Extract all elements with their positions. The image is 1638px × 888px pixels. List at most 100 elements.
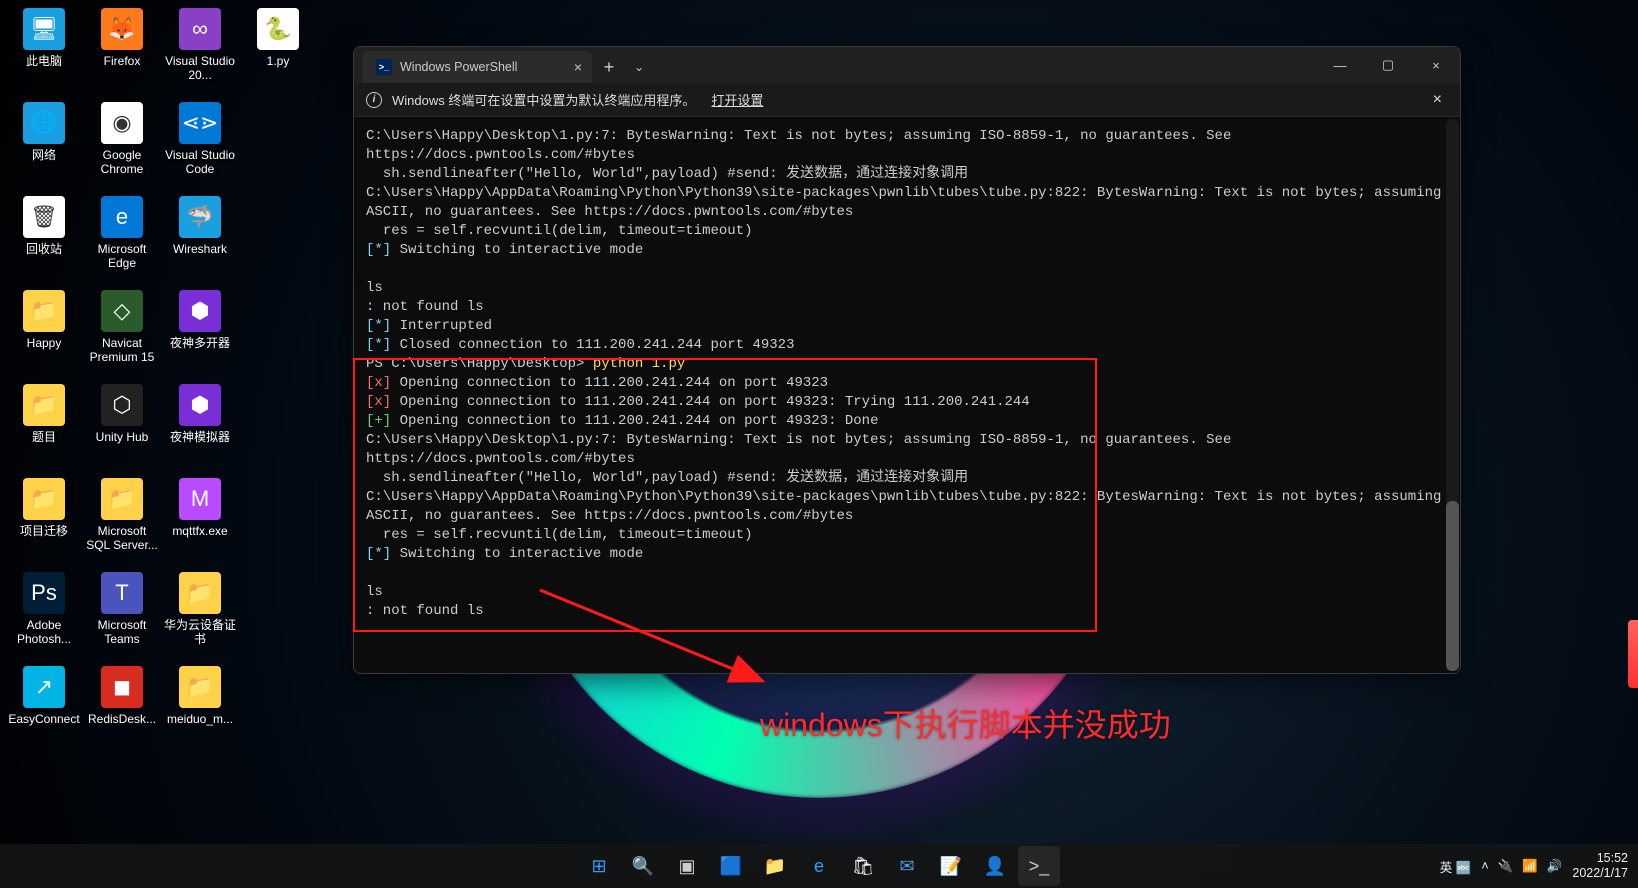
task-view-button[interactable]: ▣ — [666, 846, 708, 886]
clock-date: 2022/1/17 — [1572, 866, 1628, 880]
todo-button[interactable]: 📝 — [930, 846, 972, 886]
app-icon: ⋖⋗ — [179, 102, 221, 144]
desktop-icon[interactable]: ⋖⋗ Visual Studio Code — [162, 102, 238, 176]
desktop-icon[interactable]: T Microsoft Teams — [84, 572, 160, 646]
icon-label: Visual Studio Code — [162, 148, 238, 176]
app-icon: 📁 — [179, 666, 221, 708]
desktop-icon[interactable]: 📁 meiduo_m... — [162, 666, 238, 726]
terminal-button[interactable]: >_ — [1018, 846, 1060, 886]
app-icon: 📁 — [23, 290, 65, 332]
icon-label: Visual Studio 20... — [162, 54, 238, 82]
desktop-icon[interactable]: PsAdobe Photosh... — [6, 572, 82, 646]
desktop-icon[interactable]: eMicrosoft Edge — [84, 196, 160, 270]
icon-label: 1.py — [240, 54, 316, 68]
desktop-icon[interactable]: ⬢ 夜神模拟器 — [162, 384, 238, 444]
open-settings-link[interactable]: 打开设置 — [711, 90, 763, 109]
minimize-button[interactable]: — — [1316, 47, 1364, 83]
desktop-icon[interactable]: 🌐 网络 — [6, 102, 82, 162]
info-close-button[interactable]: × — [1427, 89, 1448, 111]
desktop-icon[interactable]: 📁华为云设备证书 — [162, 572, 238, 646]
terminal-window: >_ Windows PowerShell × + ⌄ — ▢ × i Wind… — [353, 46, 1461, 674]
icon-label: 回收站 — [6, 242, 82, 256]
app-icon: 📁 — [23, 384, 65, 426]
icon-label: EasyConnect — [6, 712, 82, 726]
clock[interactable]: 15:52 2022/1/17 — [1572, 851, 1628, 881]
scrollbar-thumb[interactable] — [1446, 501, 1459, 671]
app-icon: ∞ — [179, 8, 221, 50]
maximize-button[interactable]: ▢ — [1364, 47, 1412, 83]
desktop-icon[interactable]: 🐍 1.py — [240, 8, 316, 68]
desktop-icon[interactable]: 📁 Happy — [6, 290, 82, 350]
mail-button[interactable]: ✉ — [886, 846, 928, 886]
app-icon: ◇ — [101, 290, 143, 332]
desktop-icon[interactable]: ◇Navicat Premium 15 — [84, 290, 160, 364]
app-icon: ◉ — [101, 102, 143, 144]
edge-button[interactable]: e — [798, 846, 840, 886]
icon-label: 网络 — [6, 148, 82, 162]
search-button[interactable]: 🔍 — [622, 846, 664, 886]
start-button[interactable]: ⊞ — [578, 846, 620, 886]
app-icon: 🦊 — [101, 8, 143, 50]
app-icon: 🗑 — [23, 196, 65, 238]
new-tab-button[interactable]: + — [592, 51, 626, 83]
system-tray[interactable]: ˄ 🔌 📶 🔊 — [1481, 859, 1562, 874]
tray-icon[interactable]: 📶 — [1522, 859, 1538, 874]
icon-label: meiduo_m... — [162, 712, 238, 726]
tray-icon[interactable]: ˄ — [1481, 859, 1488, 873]
tray-icon[interactable]: 🔌 — [1498, 859, 1514, 874]
titlebar: >_ Windows PowerShell × + ⌄ — ▢ × — [354, 47, 1460, 83]
desktop-icon[interactable]: 🦈 Wireshark — [162, 196, 238, 256]
icon-label: 夜神多开器 — [162, 336, 238, 350]
tray-icon[interactable]: 🔊 — [1547, 859, 1563, 874]
explorer-button[interactable]: 📁 — [754, 846, 796, 886]
icon-label: 夜神模拟器 — [162, 430, 238, 444]
icon-label: Adobe Photosh... — [6, 618, 82, 646]
app1-button[interactable]: 👤 — [974, 846, 1016, 886]
desktop-icon[interactable]: 🗑 回收站 — [6, 196, 82, 256]
tab-close-button[interactable]: × — [574, 59, 582, 75]
desktop-icon[interactable]: 🦊Firefox — [84, 8, 160, 68]
tab-title: Windows PowerShell — [400, 60, 517, 74]
app-icon: 📁 — [101, 478, 143, 520]
desktop-icon[interactable]: 🖥此电脑 — [6, 8, 82, 68]
icon-label: Google Chrome — [84, 148, 160, 176]
taskbar: ⊞🔍▣🟦📁e🛍✉📝👤>_ 英 🔤 ˄ 🔌 📶 🔊 15:52 2022/1/17 — [0, 844, 1638, 888]
desktop-icon[interactable]: 📁题目 — [6, 384, 82, 444]
desktop-icon[interactable]: 📁Microsoft SQL Server... — [84, 478, 160, 552]
icon-label: 此电脑 — [6, 54, 82, 68]
desktop-icon[interactable]: Mmqttfx.exe — [162, 478, 238, 538]
app-icon: 🌐 — [23, 102, 65, 144]
window-buttons: — ▢ × — [1316, 47, 1460, 83]
store-button[interactable]: 🛍 — [842, 846, 884, 886]
app-icon: 🦈 — [179, 196, 221, 238]
desktop-icon[interactable]: 📁项目迁移 — [6, 478, 82, 538]
desktop-icon[interactable]: ⬡Unity Hub — [84, 384, 160, 444]
app-icon: 🐍 — [257, 8, 299, 50]
icon-label: RedisDesk... — [84, 712, 160, 726]
desktop-icon[interactable]: ↗EasyConnect — [6, 666, 82, 726]
icon-label: Happy — [6, 336, 82, 350]
taskbar-center: ⊞🔍▣🟦📁e🛍✉📝👤>_ — [578, 846, 1060, 886]
app-icon: ⬢ — [179, 290, 221, 332]
widget-button[interactable]: 🟦 — [710, 846, 752, 886]
app-icon: ⬢ — [179, 384, 221, 426]
tab-powershell[interactable]: >_ Windows PowerShell × — [362, 51, 592, 83]
icon-label: 华为云设备证书 — [162, 618, 238, 646]
terminal-body[interactable]: C:\Users\Happy\Desktop\1.py:7: BytesWarn… — [354, 117, 1460, 673]
clock-time: 15:52 — [1597, 851, 1628, 865]
desktop-icon[interactable]: ⬢ 夜神多开器 — [162, 290, 238, 350]
tab-dropdown-button[interactable]: ⌄ — [626, 51, 652, 83]
desktop-icon[interactable]: ∞ Visual Studio 20... — [162, 8, 238, 82]
desktop-icon[interactable]: ◼RedisDesk... — [84, 666, 160, 726]
info-bar: i Windows 终端可在设置中设置为默认终端应用程序。 打开设置 × — [354, 83, 1460, 117]
icon-label: Microsoft Teams — [84, 618, 160, 646]
icon-label: Unity Hub — [84, 430, 160, 444]
ime-indicator[interactable]: 英 🔤 — [1440, 857, 1472, 876]
app-icon: T — [101, 572, 143, 614]
desktop-icon[interactable]: ◉ Google Chrome — [84, 102, 160, 176]
icon-label: mqttfx.exe — [162, 524, 238, 538]
icon-label: 项目迁移 — [6, 524, 82, 538]
icon-label: Microsoft Edge — [84, 242, 160, 270]
icon-label: Wireshark — [162, 242, 238, 256]
close-button[interactable]: × — [1412, 47, 1460, 83]
